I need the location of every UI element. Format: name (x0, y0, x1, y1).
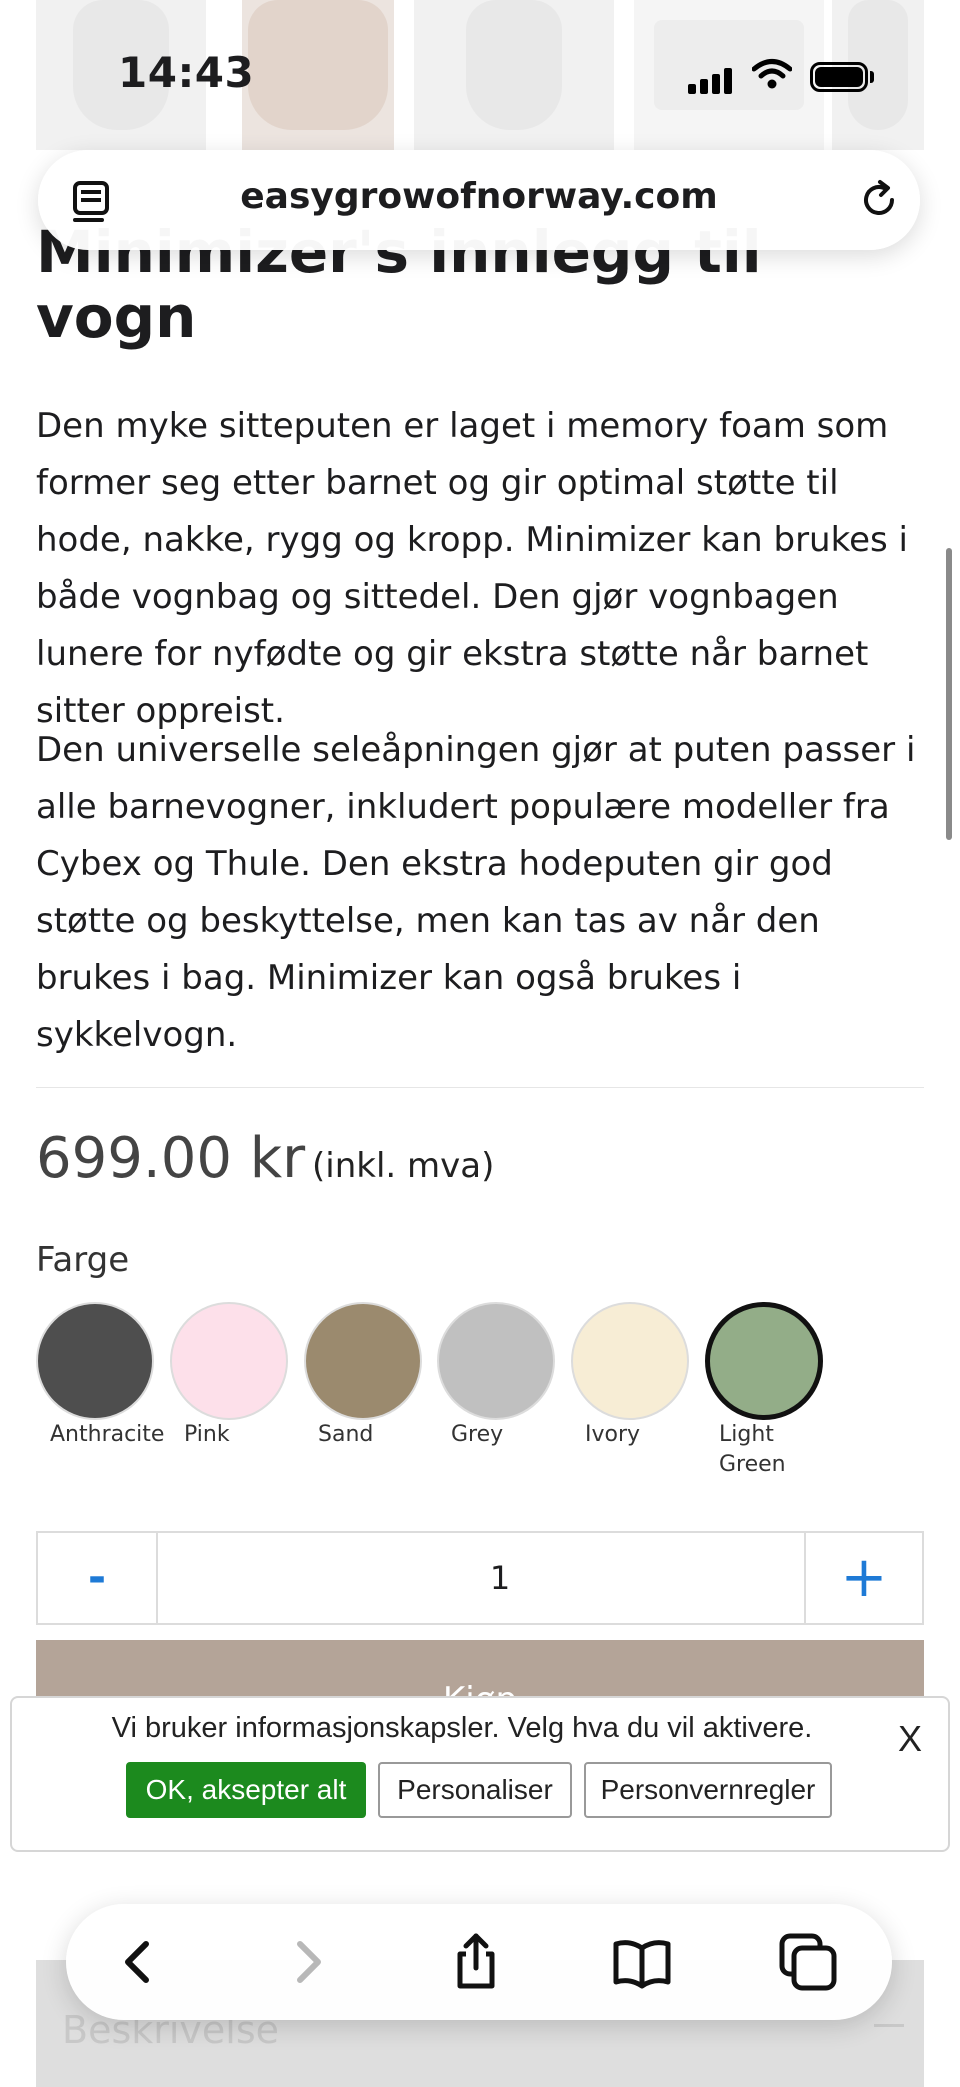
color-swatch[interactable] (36, 1302, 154, 1420)
quantity-increase-button[interactable]: + (804, 1533, 922, 1623)
back-icon[interactable] (110, 1932, 170, 1992)
color-swatch[interactable] (571, 1302, 689, 1420)
accept-all-button[interactable]: OK, aksepter alt (126, 1762, 366, 1818)
color-swatch[interactable] (437, 1302, 555, 1420)
color-swatch-label: Sand (318, 1422, 374, 1447)
personalize-button[interactable]: Personaliser (378, 1762, 572, 1818)
color-swatch[interactable] (170, 1302, 288, 1420)
color-label: Farge (36, 1240, 130, 1280)
status-time: 14:43 (118, 48, 255, 97)
battery-icon (810, 62, 868, 92)
tabs-icon[interactable] (778, 1932, 838, 1992)
signal-icon (688, 68, 732, 94)
forward-icon[interactable] (276, 1932, 336, 1992)
privacy-policy-button[interactable]: Personvernregler (584, 1762, 832, 1818)
color-swatch-label: Grey (451, 1422, 504, 1447)
product-thumbnail[interactable] (414, 0, 614, 150)
cookie-banner: Vi bruker informasjonskapsler. Velg hva … (10, 1696, 950, 1852)
color-swatch[interactable] (705, 1302, 823, 1420)
divider (36, 1087, 924, 1088)
cookie-message: Vi bruker informasjonskapsler. Velg hva … (111, 1712, 813, 1744)
collapse-icon (874, 2024, 904, 2027)
color-swatch[interactable] (304, 1302, 422, 1420)
cookie-close-button[interactable]: X (898, 1718, 922, 1760)
color-swatch-label: Ivory (585, 1422, 641, 1447)
color-swatch-label: Anthracite (50, 1422, 165, 1447)
url-text[interactable]: easygrowofnorway.com (38, 176, 920, 217)
product-thumbnail[interactable] (242, 0, 394, 150)
color-swatch-label: Light Green (719, 1422, 786, 1477)
wifi-icon (752, 59, 792, 89)
reload-icon[interactable] (858, 178, 902, 222)
browser-toolbar (66, 1904, 892, 2020)
quantity-input[interactable]: 1 (158, 1533, 842, 1623)
scrollbar[interactable] (946, 548, 952, 840)
price-vat-note: (inkl. mva) (312, 1146, 495, 1186)
battery-tip (870, 71, 874, 83)
address-bar[interactable]: easygrowofnorway.com (38, 150, 920, 250)
description-paragraph: Den myke sitteputen er laget i memory fo… (36, 406, 908, 731)
product-title: vogn (36, 283, 197, 351)
quantity-stepper: - 1 + (36, 1531, 924, 1625)
share-icon[interactable] (446, 1932, 506, 1992)
color-swatch-label: Pink (184, 1422, 230, 1447)
quantity-decrease-button[interactable]: - (38, 1533, 158, 1623)
bookmarks-icon[interactable] (612, 1932, 672, 1992)
price: 699.00 kr (36, 1126, 306, 1191)
description-paragraph: Den universelle seleåpningen gjør at put… (36, 730, 916, 1055)
